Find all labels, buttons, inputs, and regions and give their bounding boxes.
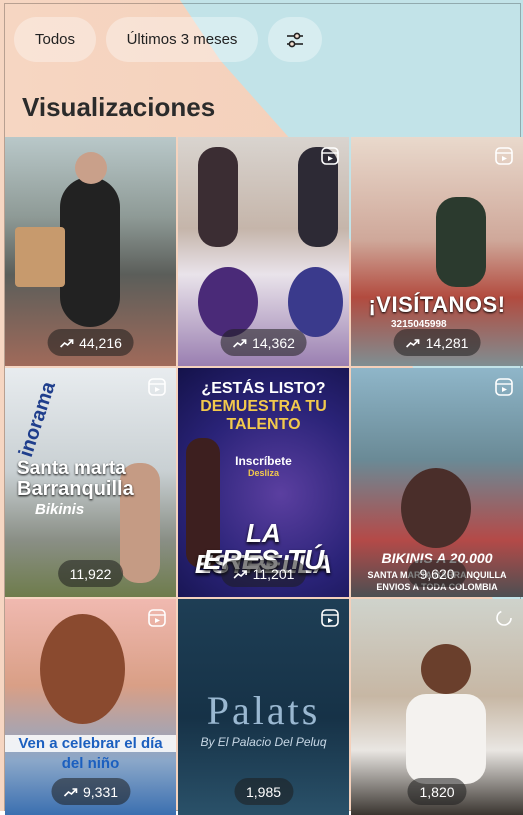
overlay-text: del niño (61, 755, 120, 772)
filter-settings-button[interactable] (268, 17, 322, 62)
views-count: 1,820 (419, 783, 455, 800)
views-badge: 44,216 (47, 329, 134, 356)
views-badge: 14,281 (393, 329, 481, 356)
overlay-text: ¡VISÍTANOS! (368, 292, 506, 317)
post-thumbnail[interactable]: Palats By El Palacio Del Peluq 1,985 (178, 599, 349, 815)
views-badge: 9,331 (50, 778, 131, 805)
overlay-text: Santa marta (17, 458, 126, 479)
person-head (198, 267, 258, 337)
overlay-text: Bikinis (35, 501, 85, 518)
filter-bar: Todos Últimos 3 meses (14, 17, 322, 62)
reel-icon (321, 609, 339, 627)
overlay-text: ¿ESTÁS LISTO? (201, 380, 326, 397)
post-thumbnail[interactable]: 14,362 (178, 137, 349, 366)
overlay-text: Barranquilla (17, 478, 134, 500)
person-head (40, 614, 125, 724)
post-thumbnail[interactable]: inorama Santa marta Barranquilla Bikinis… (5, 368, 176, 597)
reel-icon (148, 378, 166, 396)
post-thumbnail[interactable]: 1,820 (351, 599, 523, 815)
filter-range-chip[interactable]: Últimos 3 meses (106, 17, 258, 62)
views-count: 9,620 (419, 565, 455, 582)
reel-icon (495, 147, 513, 165)
post-thumbnail[interactable]: BIKINIS A 20.000 SANTA MARTA BARRANQUILL… (351, 368, 523, 597)
person-silhouette (436, 197, 486, 287)
post-thumbnail[interactable]: ¿ESTÁS LISTO? DEMUESTRA TU TALENTO Inscr… (178, 368, 349, 597)
person-head (288, 267, 343, 337)
posts-grid: 44,216 14,362 ¡VISÍTANOS! 3215045998 14,… (5, 137, 523, 815)
views-count: 11,201 (252, 565, 295, 582)
loading-icon (496, 610, 512, 626)
overlay-text: By El Palacio Del Peluq (200, 735, 327, 749)
trend-up-icon (406, 338, 420, 348)
section-title: Visualizaciones (22, 92, 216, 122)
overlay-text: TALENTO (226, 416, 301, 433)
reel-icon (321, 147, 339, 165)
views-badge: 14,362 (220, 329, 307, 356)
trend-up-icon (233, 569, 247, 579)
trend-up-icon (232, 338, 246, 348)
person-silhouette (401, 468, 471, 548)
views-count: 11,922 (69, 565, 112, 582)
person-silhouette (406, 694, 486, 784)
views-count: 1,985 (245, 783, 282, 800)
shopping-bag (15, 227, 65, 287)
views-badge: 1,985 (233, 778, 294, 805)
person-silhouette (60, 177, 120, 327)
reel-icon (148, 609, 166, 627)
trend-up-icon (63, 787, 77, 797)
views-count: 9,331 (82, 783, 119, 800)
post-thumbnail[interactable]: ¡VISÍTANOS! 3215045998 14,281 (351, 137, 523, 366)
views-count: 14,281 (425, 334, 469, 351)
views-badge: 11,201 (220, 560, 307, 587)
filter-todos-chip[interactable]: Todos (14, 17, 96, 62)
overlay-text: Palats (206, 688, 321, 733)
views-badge: 9,620 (407, 560, 467, 587)
views-badge: 11,922 (57, 560, 124, 587)
person-head (75, 152, 107, 184)
views-badge: 1,820 (407, 778, 467, 805)
reel-icon (495, 378, 513, 396)
overlay-text: Ven a celebrar el día (5, 735, 176, 752)
sliders-icon (287, 32, 303, 47)
post-thumbnail[interactable]: 44,216 (5, 137, 176, 366)
overlay-text: DEMUESTRA TU (200, 398, 327, 415)
views-count: 44,216 (79, 334, 122, 351)
trend-up-icon (59, 338, 73, 348)
views-count: 14,362 (252, 334, 295, 351)
person-head (421, 644, 471, 694)
post-thumbnail[interactable]: Ven a celebrar el día del niño 9,331 (5, 599, 176, 815)
person-silhouette (198, 147, 238, 247)
